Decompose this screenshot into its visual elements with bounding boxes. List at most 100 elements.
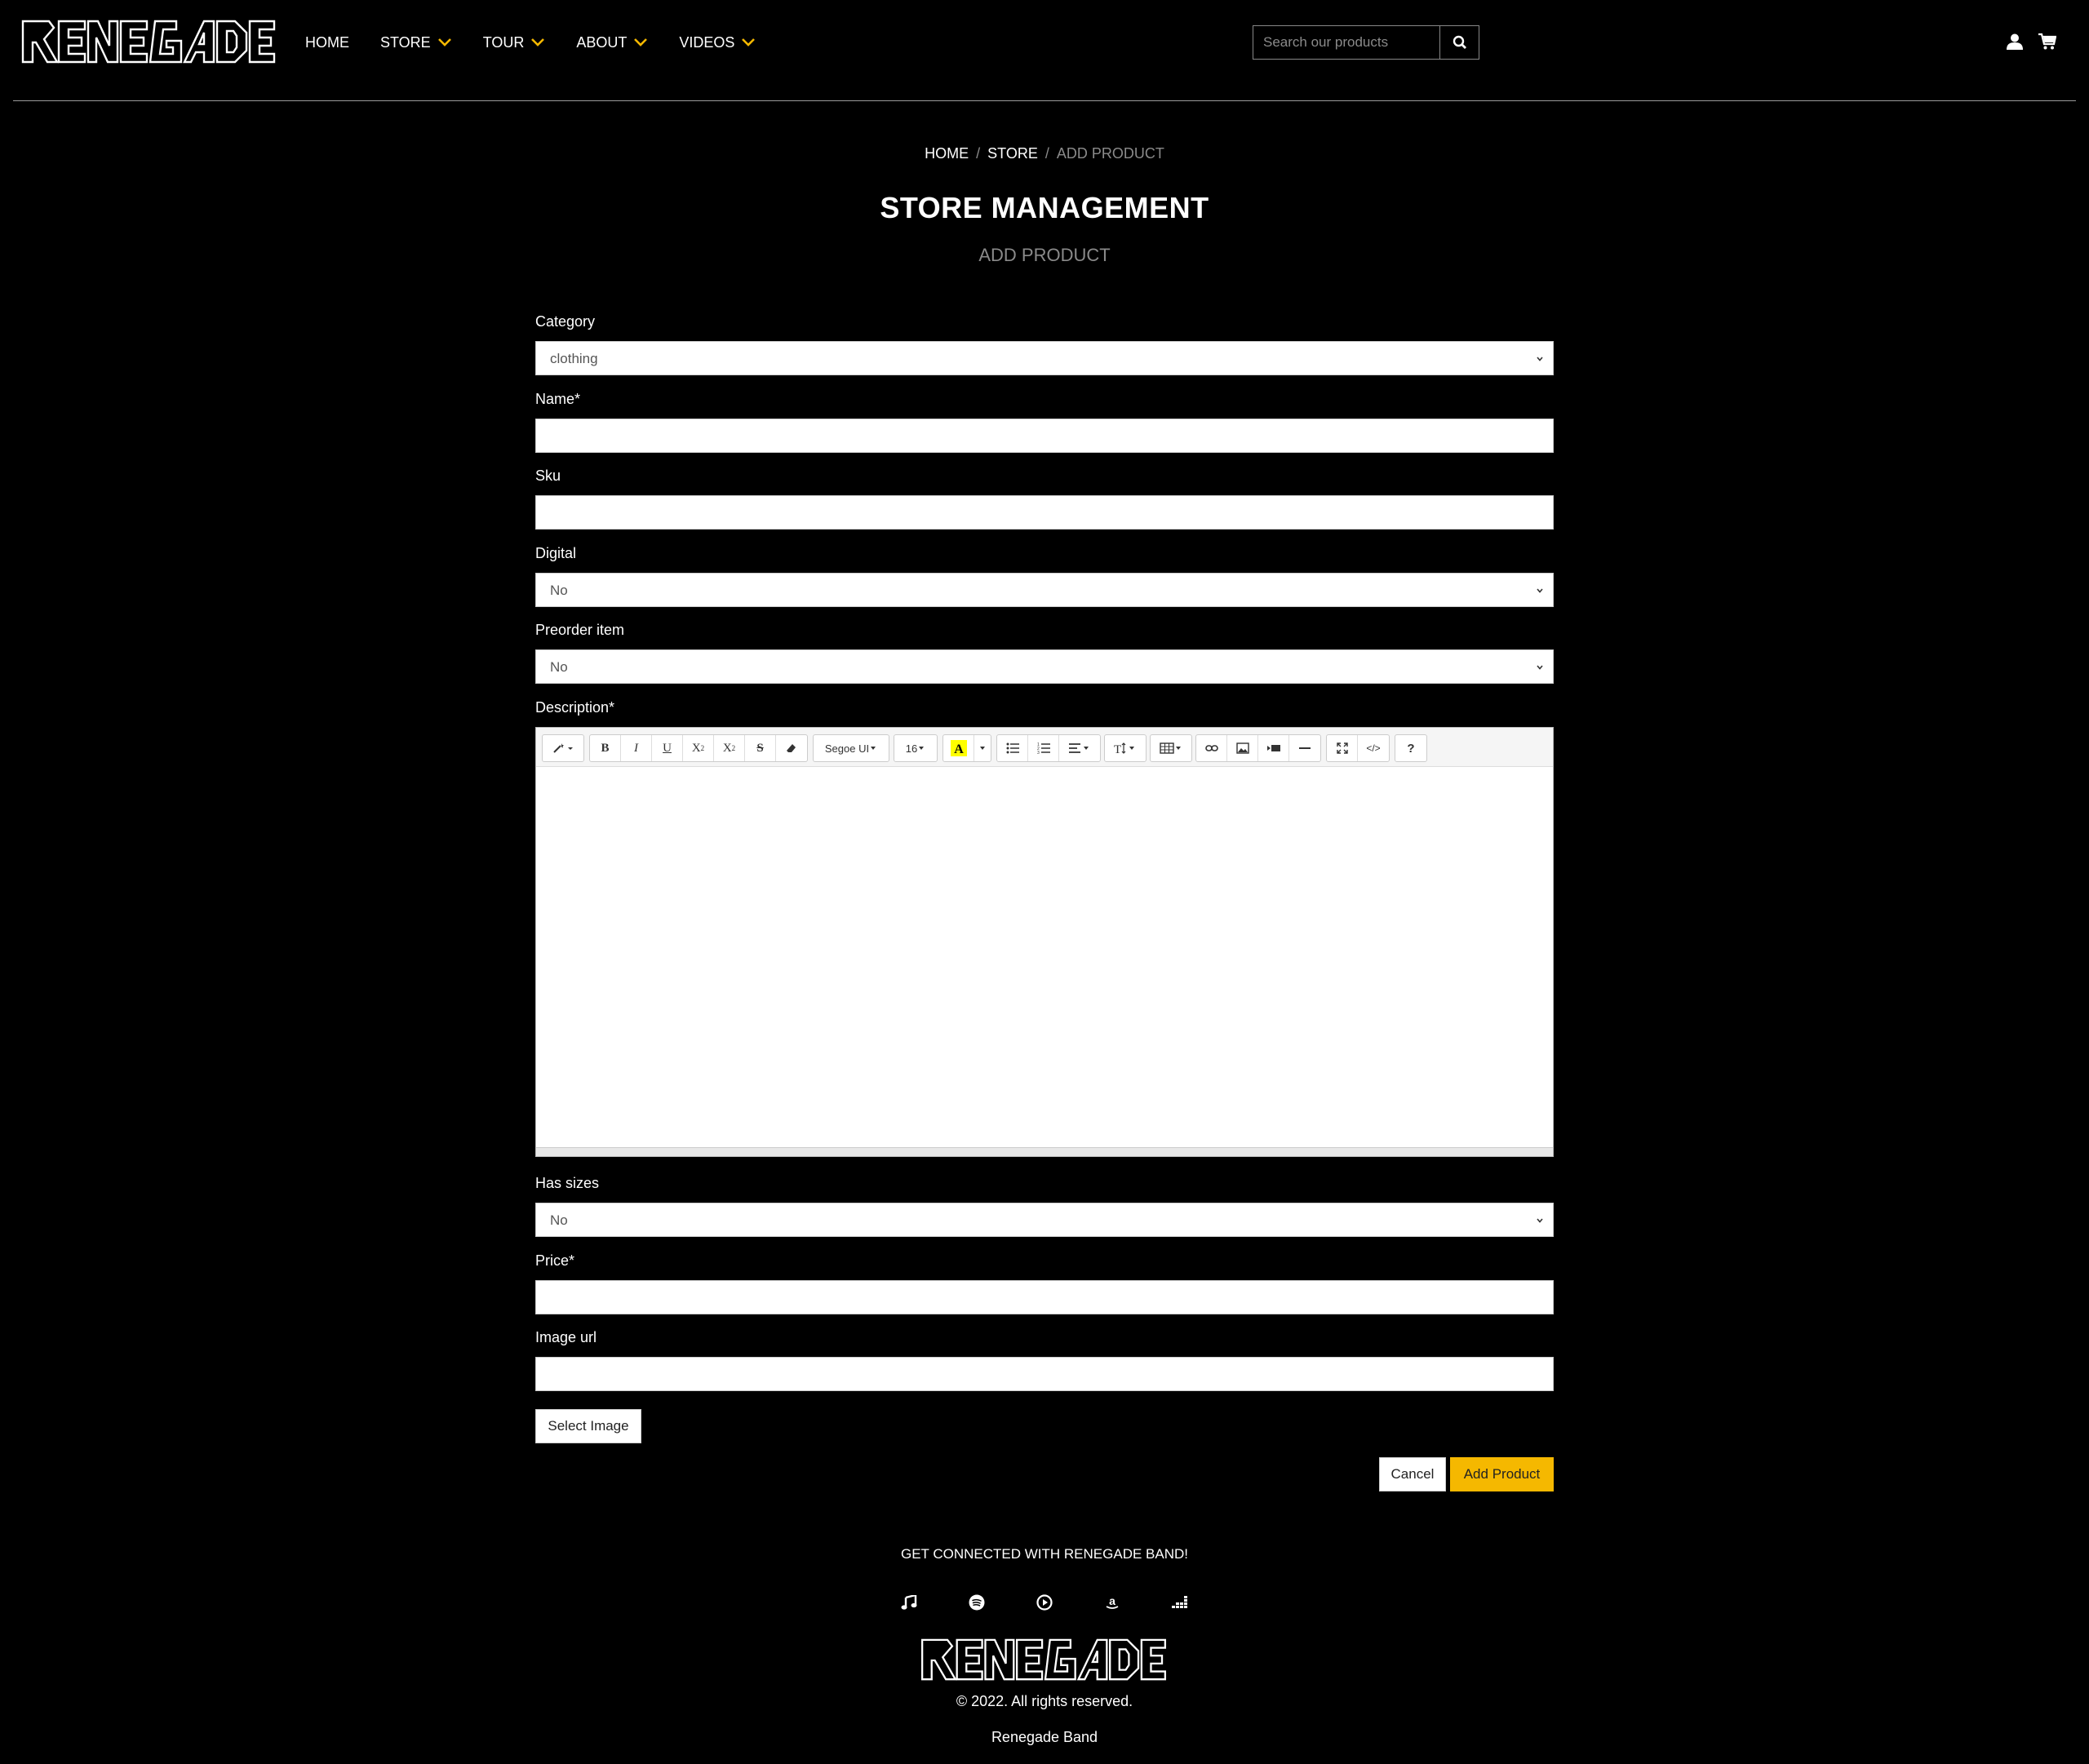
image-icon[interactable] [1227, 735, 1258, 761]
caret-down-icon [871, 747, 876, 750]
sku-input[interactable] [535, 495, 1554, 530]
font-name-group: Segoe UI [813, 734, 889, 762]
font-style-group: B I U X2 X2 S [589, 734, 808, 762]
music-note-icon[interactable] [898, 1591, 920, 1614]
site-header: HOME STORE TOUR ABOUT VIDEOS [0, 0, 2089, 101]
chevron-down-icon [1537, 588, 1543, 593]
page-subtitle: ADD PRODUCT [978, 245, 1111, 265]
fullscreen-icon[interactable] [1327, 735, 1358, 761]
subscript-icon[interactable]: X2 [714, 735, 745, 761]
price-input[interactable] [535, 1280, 1554, 1314]
cart-icon[interactable] [2038, 33, 2056, 51]
align-icon[interactable] [1059, 735, 1100, 761]
digital-select[interactable]: No [535, 573, 1554, 607]
breadcrumb: HOME / STORE / ADD PRODUCT [0, 145, 2089, 162]
chevron-down-icon [531, 38, 545, 47]
hr-icon[interactable] [1289, 735, 1320, 761]
paragraph-group: 123 [996, 734, 1101, 762]
underline-icon[interactable]: U [652, 735, 683, 761]
footer-copyright: © 2022. All rights reserved. [956, 1693, 1133, 1709]
caret-down-icon [919, 747, 925, 750]
chevron-down-icon [634, 38, 648, 47]
nav-home[interactable]: HOME [305, 34, 349, 51]
highlight-icon[interactable]: A [943, 735, 974, 761]
color-dropdown[interactable] [974, 735, 991, 761]
search-button[interactable] [1440, 25, 1479, 60]
description-textarea[interactable] [536, 767, 1553, 1139]
description-label: Description* [535, 699, 615, 716]
digital-label: Digital [535, 545, 577, 561]
nav-videos-label: VIDEOS [679, 33, 735, 51]
page-title: STORE MANAGEMENT [880, 191, 1209, 224]
table-icon[interactable] [1151, 735, 1191, 761]
svg-text:3: 3 [1037, 751, 1040, 754]
nav-tour-label: TOUR [482, 33, 525, 51]
has-sizes-select[interactable]: No [535, 1203, 1554, 1237]
help-icon[interactable]: ? [1395, 735, 1426, 761]
italic-icon[interactable]: I [621, 735, 652, 761]
footer-logo [920, 1638, 1167, 1681]
nav-videos[interactable]: VIDEOS [679, 34, 756, 51]
digital-value: No [550, 583, 568, 598]
superscript-icon[interactable]: X2 [683, 735, 714, 761]
image-url-label: Image url [535, 1329, 597, 1345]
select-image-button[interactable]: Select Image [535, 1409, 641, 1443]
amazon-icon[interactable]: a [1101, 1591, 1124, 1614]
nav-home-label: HOME [305, 33, 349, 51]
header-divider [13, 100, 2076, 101]
has-sizes-label: Has sizes [535, 1175, 600, 1191]
preorder-select[interactable]: No [535, 649, 1554, 684]
style-group [542, 734, 584, 762]
video-icon[interactable] [1258, 735, 1289, 761]
chevron-down-icon [437, 38, 451, 47]
search-bar [1253, 25, 1479, 60]
chevron-down-icon [1537, 665, 1543, 670]
code-view-icon[interactable]: </> [1358, 735, 1389, 761]
magic-icon[interactable] [543, 735, 583, 761]
chevron-down-icon [1537, 1218, 1543, 1223]
footer-title: GET CONNECTED WITH RENEGADE BAND! [901, 1546, 1188, 1562]
svg-text:a: a [1109, 1594, 1115, 1607]
view-group: </> [1326, 734, 1390, 762]
editor-toolbar: B I U X2 X2 S Segoe UI 16 A 1 2 3 T </> … [536, 728, 1553, 767]
unordered-list-icon[interactable] [997, 735, 1028, 761]
ordered-list-icon[interactable]: 123 [1028, 735, 1059, 761]
line-height-icon[interactable]: T [1105, 735, 1146, 761]
user-icon[interactable] [2006, 33, 2024, 51]
name-label: Name* [535, 391, 581, 407]
breadcrumb-separator: / [976, 145, 981, 162]
svg-text:T: T [1114, 743, 1121, 755]
spotify-icon[interactable] [965, 1591, 988, 1614]
deezer-icon[interactable] [1169, 1591, 1191, 1614]
font-name-dropdown[interactable]: Segoe UI [814, 735, 889, 761]
nav-tour[interactable]: TOUR [483, 34, 546, 51]
eraser-icon[interactable] [776, 735, 807, 761]
bold-icon[interactable]: B [590, 735, 621, 761]
chevron-down-icon [742, 38, 756, 47]
category-label: Category [535, 313, 596, 330]
sku-label: Sku [535, 468, 561, 484]
nav-store[interactable]: STORE [380, 34, 452, 51]
font-size-dropdown[interactable]: 16 [894, 735, 937, 761]
chevron-down-icon [1537, 357, 1543, 361]
nav-about-label: ABOUT [576, 33, 628, 51]
breadcrumb-home[interactable]: HOME [925, 145, 969, 162]
category-select[interactable]: clothing [535, 341, 1554, 375]
cancel-button[interactable]: Cancel [1379, 1457, 1446, 1491]
strikethrough-icon[interactable]: S [745, 735, 776, 761]
search-input[interactable] [1253, 25, 1440, 60]
name-input[interactable] [535, 419, 1554, 453]
description-editor: B I U X2 X2 S Segoe UI 16 A 1 2 3 T </> … [535, 727, 1554, 1157]
caret-down-icon [980, 747, 985, 750]
renegade-logo[interactable] [21, 18, 276, 67]
font-size-value: 16 [905, 742, 918, 755]
link-icon[interactable] [1196, 735, 1227, 761]
font-name-value: Segoe UI [824, 742, 870, 755]
play-circle-icon[interactable] [1033, 1591, 1056, 1614]
main-nav: HOME STORE TOUR ABOUT VIDEOS [305, 26, 787, 59]
breadcrumb-store[interactable]: STORE [987, 145, 1038, 162]
image-url-input[interactable] [535, 1357, 1554, 1391]
add-product-button[interactable]: Add Product [1450, 1457, 1554, 1491]
editor-resize-bar[interactable] [536, 1147, 1553, 1156]
nav-about[interactable]: ABOUT [576, 34, 648, 51]
